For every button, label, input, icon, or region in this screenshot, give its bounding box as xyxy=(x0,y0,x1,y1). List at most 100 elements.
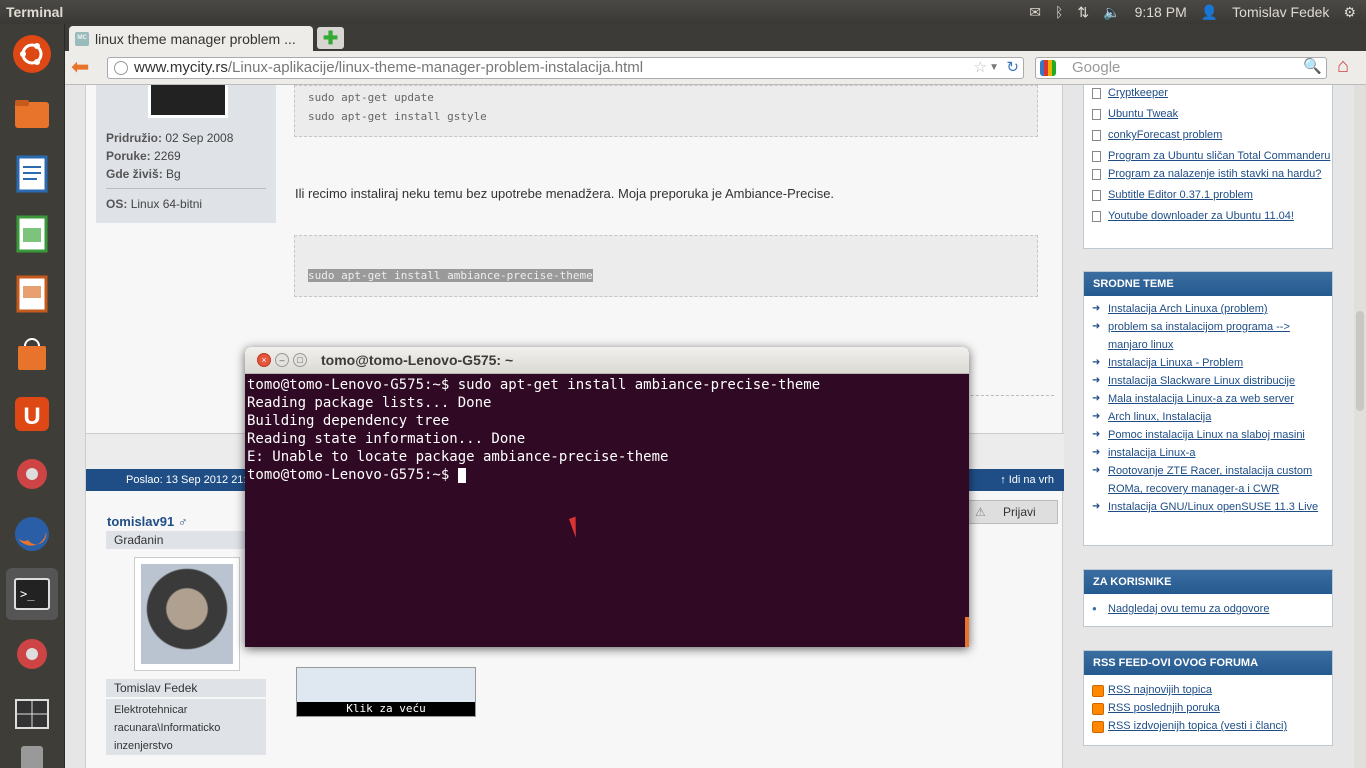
go-to-top-link[interactable]: ↑ Idi na vrh xyxy=(1000,469,1054,491)
for-users-box: ZA KORISNIKE Nadgledaj ovu temu za odgov… xyxy=(1083,569,1333,627)
scrollbar-thumb[interactable] xyxy=(1356,311,1364,411)
sidebar-link[interactable]: Program za nalazenje istih stavki na har… xyxy=(1084,165,1332,183)
tab-active[interactable]: ᴍᴄ linux theme manager problem ... xyxy=(69,26,313,51)
globe-icon[interactable] xyxy=(114,61,128,75)
home-icon[interactable]: ⌂ xyxy=(1337,55,1363,81)
user-profile-box: Pridružio: 02 Sep 2008 Poruke: 2269 Gde … xyxy=(96,85,276,223)
url-dropdown-icon[interactable]: ▼ xyxy=(989,58,999,78)
google-icon[interactable] xyxy=(1040,60,1056,76)
related-link[interactable]: Instalacija Linuxa - Problem xyxy=(1084,354,1332,372)
sidebar-link[interactable]: conkyForecast problem xyxy=(1084,126,1332,144)
url-host: www.mycity.rs xyxy=(134,59,228,76)
os-label: OS: xyxy=(106,197,128,211)
terminal-output[interactable]: tomo@tomo-Lenovo-G575:~$ sudo apt-get in… xyxy=(245,374,969,486)
sidebar-link[interactable]: Ubuntu Tweak xyxy=(1084,105,1332,123)
related-link[interactable]: Pomoc instalacija Linux na slaboj masini xyxy=(1084,426,1332,444)
rss-feeds-title: RSS FEED-OVI OVOG FORUMA xyxy=(1084,651,1332,675)
firefox-icon[interactable] xyxy=(6,508,58,560)
code-line: sudo apt-get install ambiance-precise-th… xyxy=(308,269,593,282)
calc-icon[interactable] xyxy=(6,208,58,260)
site-favicon-icon: ᴍᴄ xyxy=(75,31,89,46)
ubuntu-logo-icon[interactable] xyxy=(6,28,58,80)
gear-icon[interactable]: ⚙ xyxy=(1343,4,1356,21)
related-link[interactable]: Rootovanje ZTE Racer, instalacija custom… xyxy=(1084,462,1332,498)
terminal-line: tomo@tomo-Lenovo-G575:~$ sudo apt-get in… xyxy=(247,377,821,393)
report-button[interactable]: ⚠ Prijavi xyxy=(964,500,1058,524)
divider xyxy=(106,188,266,189)
system-settings-2-icon[interactable] xyxy=(6,628,58,680)
posts-info: Poruke: 2269 xyxy=(106,149,181,163)
post-text: Ili recimo instaliraj neku temu bez upot… xyxy=(295,186,835,201)
tab-title: linux theme manager problem ... xyxy=(95,30,296,47)
location-value: Bg xyxy=(166,167,181,181)
user-full-name: Tomislav Fedek xyxy=(106,679,266,697)
sidebar-link[interactable]: Subtitle Editor 0.37.1 problem xyxy=(1084,186,1332,204)
system-settings-icon[interactable] xyxy=(6,448,58,500)
page-scrollbar[interactable] xyxy=(1354,85,1366,768)
software-center-icon[interactable] xyxy=(6,328,58,380)
maximize-icon[interactable]: □ xyxy=(293,353,307,367)
avatar xyxy=(134,557,240,671)
user-name[interactable]: Tomislav Fedek xyxy=(1232,4,1329,20)
code-line: sudo apt-get update xyxy=(308,91,434,104)
terminal-titlebar[interactable]: × – □ tomo@tomo-Lenovo-G575: ~ xyxy=(245,347,969,374)
search-input[interactable]: Google 🔍 xyxy=(1035,57,1327,79)
joined-value: 02 Sep 2008 xyxy=(165,131,234,145)
related-link[interactable]: instalacija Linux-a xyxy=(1084,444,1332,462)
impress-icon[interactable] xyxy=(6,268,58,320)
related-link[interactable]: Instalacija Slackware Linux distribucije xyxy=(1084,372,1332,390)
terminal-prompt: tomo@tomo-Lenovo-G575:~$ xyxy=(247,467,458,483)
sidebar-link[interactable]: Youtube downloader za Ubuntu 11.04! xyxy=(1084,207,1332,225)
terminal-line: Reading package lists... Done xyxy=(247,395,492,411)
back-arrow-icon[interactable]: ⬅ xyxy=(71,56,95,79)
rss-link[interactable]: RSS izdvojenijh topica (vesti i članci) xyxy=(1084,717,1332,735)
sidebar-link[interactable]: Program za Ubuntu sličan Total Commander… xyxy=(1084,147,1332,162)
go-to-top-label: Idi na vrh xyxy=(1008,474,1054,486)
joined-label: Pridružio: xyxy=(106,131,162,145)
svg-text:>_: >_ xyxy=(20,587,35,601)
top-panel: Terminal ✉ ᛒ ⇅ 🔈 9:18 PM 👤 Tomislav Fede… xyxy=(0,0,1366,24)
screenshot-thumbnail[interactable]: Klik za veću xyxy=(296,667,476,717)
sidebar-link[interactable]: Cryptkeeper xyxy=(1084,85,1332,102)
rss-feeds-box: RSS FEED-OVI OVOG FORUMA RSS najnovijih … xyxy=(1083,650,1333,746)
bluetooth-icon[interactable]: ᛒ xyxy=(1055,4,1063,20)
related-link[interactable]: Arch linux, Instalacija xyxy=(1084,408,1332,426)
rss-link[interactable]: RSS najnovijih topica xyxy=(1084,681,1332,699)
search-icon[interactable]: 🔍 xyxy=(1303,57,1322,77)
clock[interactable]: 9:18 PM xyxy=(1135,4,1187,20)
minimize-icon[interactable]: – xyxy=(275,353,289,367)
system-tray: ✉ ᛒ ⇅ 🔈 9:18 PM 👤 Tomislav Fedek ⚙ xyxy=(1029,4,1366,21)
tab-bar: ᴍᴄ linux theme manager problem ... ✚ xyxy=(65,24,1366,51)
volume-icon[interactable]: 🔈 xyxy=(1103,4,1120,21)
related-link[interactable]: Instalacija GNU/Linux openSUSE 11.3 Live xyxy=(1084,498,1332,516)
terminal-prompt-line[interactable]: tomo@tomo-Lenovo-G575:~$ xyxy=(247,466,967,484)
related-link[interactable]: problem sa instalacijom programa --> man… xyxy=(1084,318,1332,354)
launcher: U >_ xyxy=(0,24,65,768)
rss-link[interactable]: RSS poslednjih poruka xyxy=(1084,699,1332,717)
home-folder-icon[interactable] xyxy=(6,88,58,140)
user-rank: Građanin xyxy=(106,531,266,549)
terminal-title: tomo@tomo-Lenovo-G575: ~ xyxy=(321,352,514,368)
mail-icon[interactable]: ✉ xyxy=(1029,4,1041,21)
reload-icon[interactable]: ↻ xyxy=(1006,58,1019,78)
related-link[interactable]: Mala instalacija Linux-a za web server xyxy=(1084,390,1332,408)
terminal-window[interactable]: × – □ tomo@tomo-Lenovo-G575: ~ tomo@tomo… xyxy=(245,347,969,647)
watch-topic-link[interactable]: Nadgledaj ovu temu za odgovore xyxy=(1084,600,1332,618)
resize-grip[interactable] xyxy=(965,617,969,647)
new-tab-button[interactable]: ✚ xyxy=(317,27,344,49)
url-path: /Linux-aplikacije/linux-theme-manager-pr… xyxy=(227,59,644,76)
network-icon[interactable]: ⇅ xyxy=(1077,4,1089,21)
trash-icon[interactable] xyxy=(6,732,58,768)
terminal-line: Building dependency tree xyxy=(247,413,450,429)
post-author[interactable]: tomislav91 ♂ xyxy=(107,514,188,529)
bookmark-star-icon[interactable]: ☆ xyxy=(974,58,987,78)
description-line: racunara\Informaticko xyxy=(114,722,221,734)
close-icon[interactable]: × xyxy=(257,353,271,367)
code-block-2: sudo apt-get install ambiance-precise-th… xyxy=(294,235,1038,297)
terminal-icon[interactable]: >_ xyxy=(6,568,58,620)
ubuntu-one-icon[interactable]: U xyxy=(6,388,58,440)
user-icon[interactable]: 👤 xyxy=(1201,4,1218,21)
writer-icon[interactable] xyxy=(6,148,58,200)
related-link[interactable]: Instalacija Arch Linuxa (problem) xyxy=(1084,300,1332,318)
url-bar[interactable]: www.mycity.rs/Linux-aplikacije/linux-the… xyxy=(107,57,1024,79)
